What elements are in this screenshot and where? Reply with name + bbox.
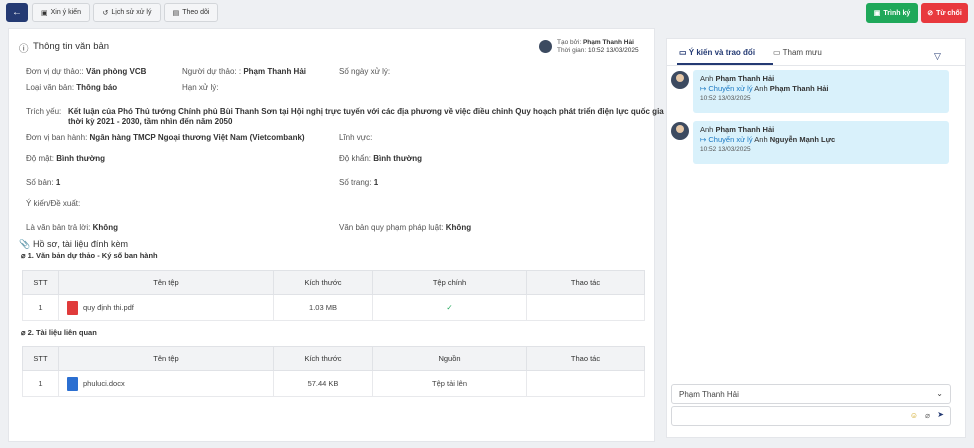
page-title: Thông tin văn bản [33, 41, 110, 52]
chevron-down-icon: ⌄ [936, 389, 943, 398]
comment-input[interactable]: ☺ ⌀ ➤ [671, 406, 951, 426]
list-item: Anh Phạm Thanh Hải ↦ Chuyển xử lý Anh Ng… [693, 121, 949, 164]
back-button[interactable]: ← [6, 3, 28, 22]
tab-tham-muu[interactable]: ▭ Tham mưu [773, 48, 822, 57]
check-icon: ✓ [372, 294, 527, 321]
monitor-icon: ▤ [172, 9, 180, 17]
tu-choi-button[interactable]: ⊘ Từ chối [921, 3, 968, 23]
file-link[interactable]: phuluci.docx [83, 378, 125, 387]
avatar [671, 122, 689, 140]
attachment-section-1-title: ⌀ 1. Văn bản dự thảo - Ký số ban hành [21, 251, 158, 260]
comments-panel: ▭ Ý kiến và trao đổi ▭ Tham mưu ▽ Anh Ph… [666, 38, 966, 438]
attachments-title: Hồ sơ, tài liệu đính kèm [33, 239, 128, 249]
save-icon: ▣ [873, 10, 881, 17]
document-info-card: ⓘ Thông tin văn bản Tạo bởi: Phạm Thanh … [8, 28, 664, 442]
tab-y-kien[interactable]: ▭ Ý kiến và trao đổi [679, 48, 755, 57]
cancel-icon: ⊘ [927, 10, 934, 17]
toolbar: ← ▣ Xin ý kiến ↺ Lịch sử xử lý ▤ Theo dõi ▣… [0, 0, 974, 27]
table-row: 1 phuluci.docx 57.44 KB Tệp tải lên [22, 370, 645, 397]
list-item: Anh Phạm Thanh Hải ↦ Chuyển xử lý Anh Ph… [693, 70, 949, 113]
lich-su-xu-ly-button[interactable]: ↺ Lịch sử xử lý [93, 3, 161, 22]
theo-doi-button[interactable]: ▤ Theo dõi [164, 3, 218, 22]
file-link[interactable]: quy định thi.pdf [83, 302, 134, 311]
forward-icon: ↦ [700, 84, 707, 93]
arrow-left-icon: ← [12, 7, 22, 18]
related-files-table: STT Tên tệp Kích thước Nguồn Thao tác 1 … [22, 346, 645, 397]
advice-icon: ▭ [773, 48, 781, 57]
avatar [539, 40, 552, 53]
pdf-icon [67, 300, 78, 315]
recipient-select[interactable]: Phạm Thanh Hải ⌄ [671, 384, 951, 404]
send-icon[interactable]: ➤ [937, 410, 944, 419]
filter-icon[interactable]: ▽ [934, 51, 941, 62]
trinh-ky-button[interactable]: ▣ Trình ký [866, 3, 918, 23]
paperclip-icon: 📎 [19, 239, 31, 249]
attachment-section-2-title: ⌀ 2. Tài liệu liên quan [21, 328, 97, 337]
docx-icon [67, 376, 78, 391]
xin-y-kien-button[interactable]: ▣ Xin ý kiến [32, 3, 90, 22]
info-icon: ⓘ [19, 44, 29, 55]
avatar [671, 71, 689, 89]
attach-icon[interactable]: ⌀ [925, 411, 930, 420]
history-icon: ↺ [102, 9, 109, 17]
forward-icon: ↦ [700, 135, 707, 144]
draft-files-table: STT Tên tệp Kích thước Tệp chính Thao tá… [22, 270, 645, 321]
comment-icon: ▭ [679, 48, 687, 57]
table-row: 1 quy định thi.pdf 1.03 MB ✓ [22, 294, 645, 321]
emoji-icon[interactable]: ☺ [910, 411, 918, 420]
chat-icon: ▣ [41, 9, 48, 17]
